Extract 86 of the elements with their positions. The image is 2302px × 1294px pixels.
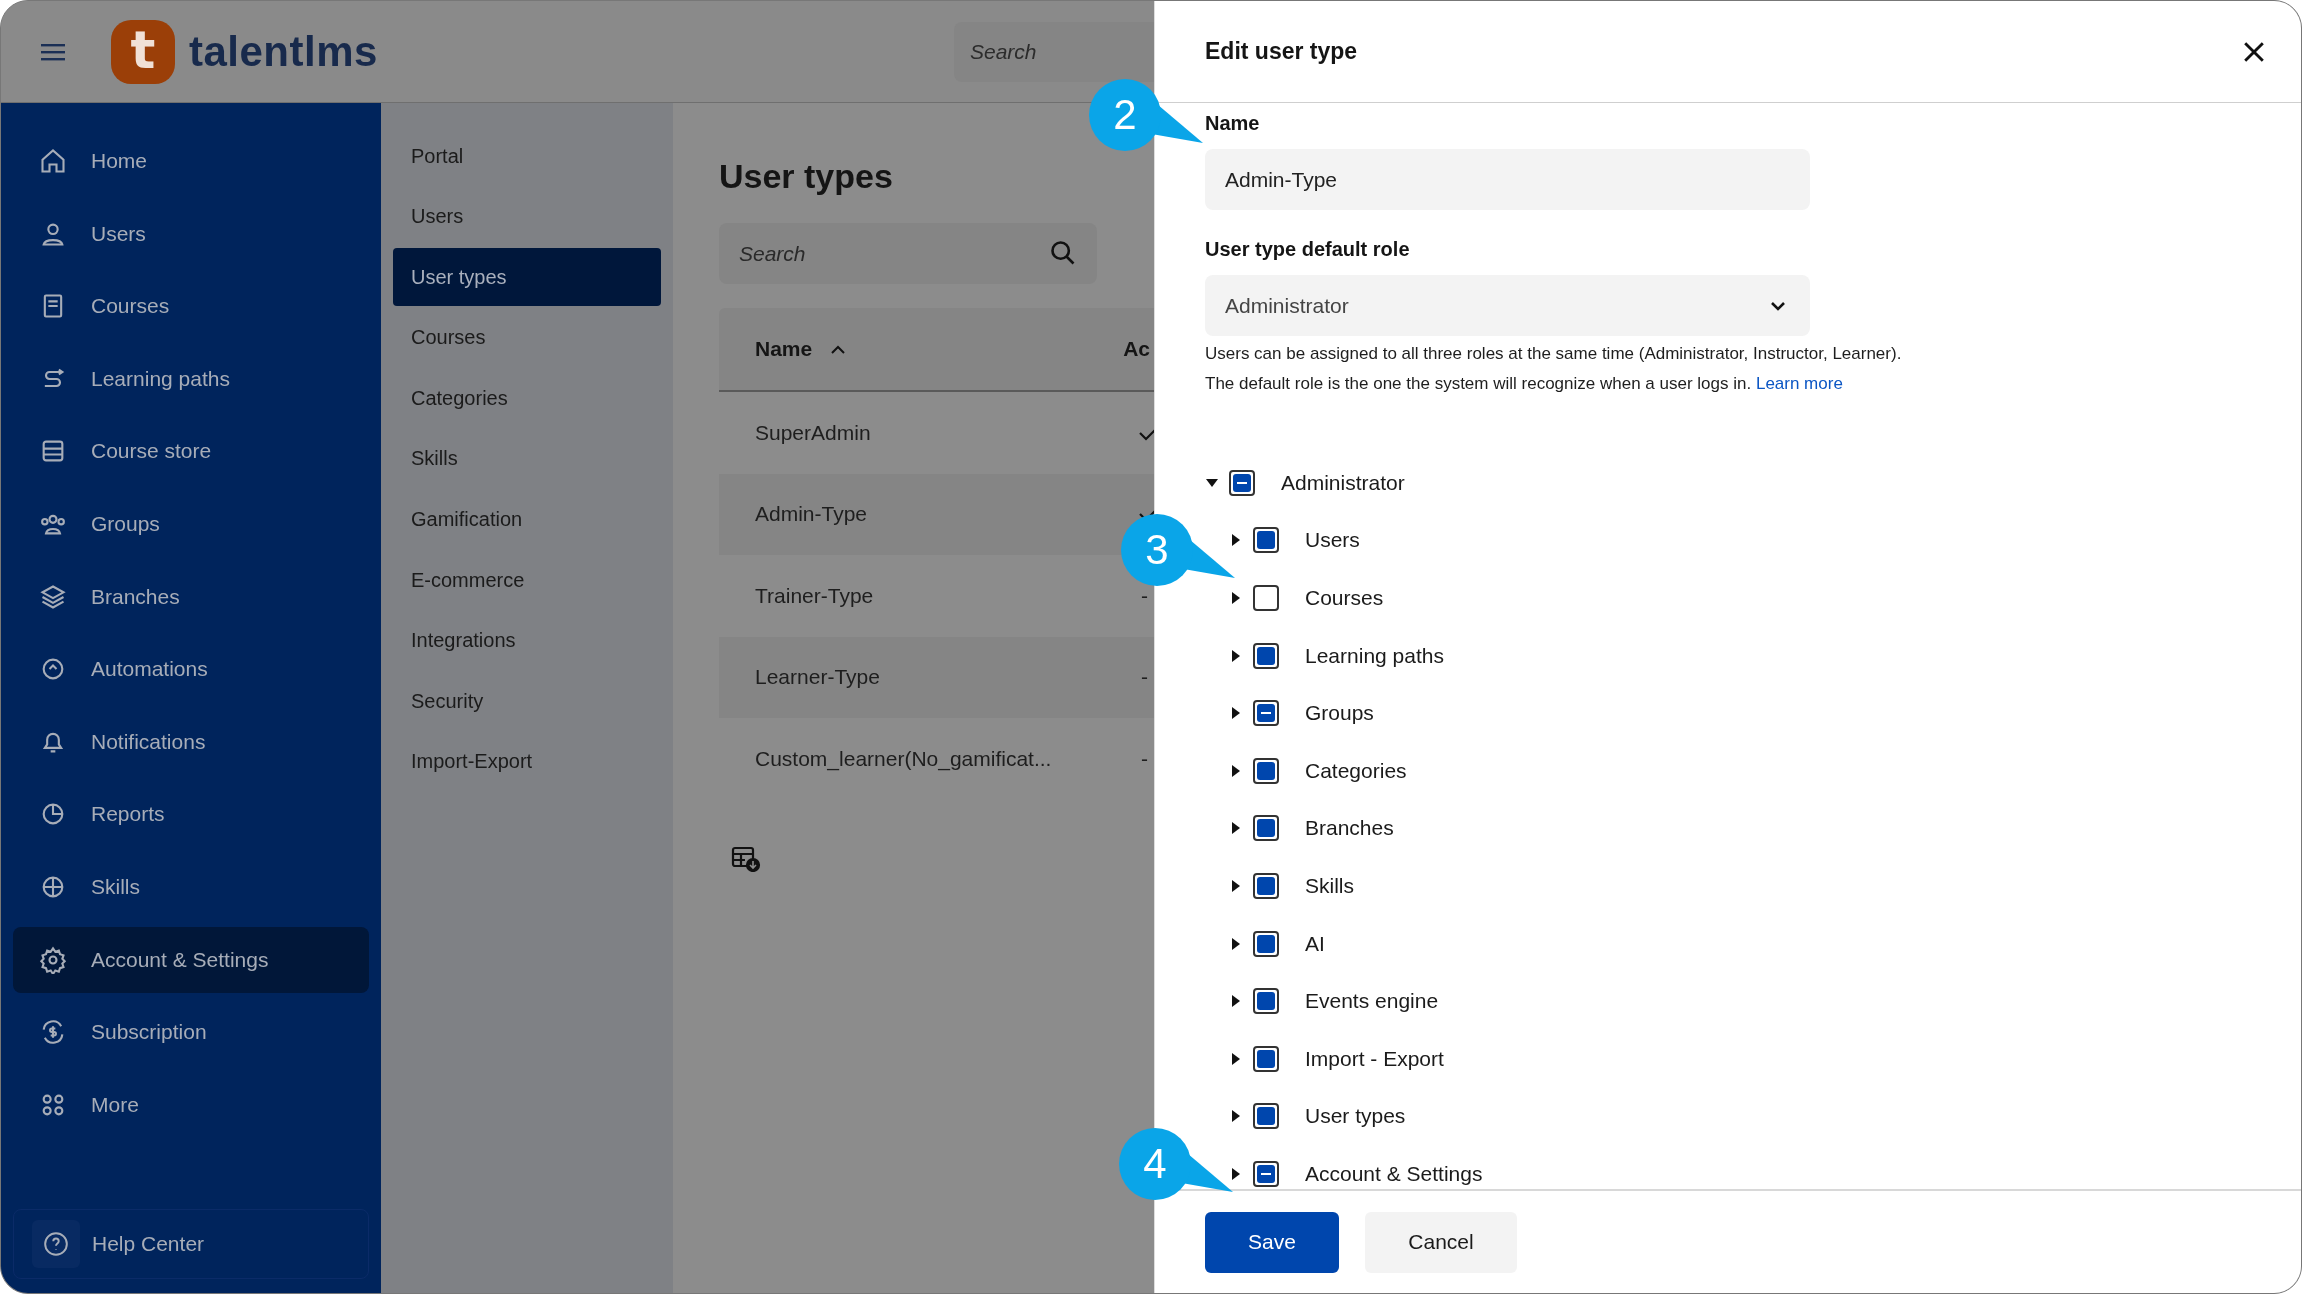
role-select[interactable]: Administrator: [1205, 275, 1810, 336]
permission-label: Categories: [1305, 758, 1407, 783]
checkbox[interactable]: [1253, 1160, 1279, 1187]
sidebar-item[interactable]: Course store: [13, 418, 369, 485]
permission-label: User types: [1305, 1104, 1406, 1129]
settings-nav-item[interactable]: Categories: [393, 369, 661, 428]
search-field[interactable]: Search: [719, 223, 1097, 284]
permission-label: Groups: [1305, 701, 1374, 726]
menu-icon[interactable]: [41, 42, 65, 61]
settings-nav-item[interactable]: Security: [393, 672, 661, 731]
page-title: User types: [719, 159, 894, 193]
checkbox[interactable]: [1253, 988, 1279, 1015]
help-center-link[interactable]: Help Center: [13, 1209, 369, 1279]
sidebar-item[interactable]: Skills: [13, 853, 369, 920]
close-icon[interactable]: [2243, 40, 2265, 63]
permission-label: Account & Settings: [1305, 1161, 1483, 1186]
permission-label: Administrator: [1281, 470, 1405, 495]
sidebar-item[interactable]: Learning paths: [13, 345, 369, 412]
settings-nav-item[interactable]: Integrations: [393, 611, 661, 670]
cancel-button[interactable]: Cancel: [1365, 1211, 1517, 1273]
table-cell: Trainer-Type: [755, 583, 874, 608]
column-header[interactable]: Name: [755, 337, 813, 361]
sidebar-item[interactable]: Home: [13, 128, 369, 194]
sidebar-item[interactable]: Automations: [13, 636, 369, 703]
checkbox[interactable]: [1253, 1103, 1279, 1130]
settings-nav-item[interactable]: E-commerce: [393, 551, 661, 610]
sidebar-item[interactable]: Account & Settings: [13, 926, 369, 993]
checkbox[interactable]: [1253, 757, 1279, 784]
nav-icon: [39, 147, 67, 175]
permission-label: Users: [1305, 528, 1360, 553]
permission-label: Learning paths: [1305, 643, 1444, 668]
table-cell: -: [1141, 583, 1148, 608]
sidebar-item[interactable]: Branches: [13, 563, 369, 630]
table-cell: Learner-Type: [755, 665, 880, 690]
chevron-down-icon: [1770, 300, 1786, 311]
help-text: Users can be assigned to all three roles at the same time (Administrator, Instructor, Learner).: [1205, 344, 1903, 364]
settings-nav-item[interactable]: User types: [393, 248, 661, 307]
logo-mark: t: [111, 19, 175, 84]
logo-text: talentlms: [189, 27, 378, 76]
help-icon: [43, 1231, 69, 1257]
sidebar-item[interactable]: Reports: [13, 781, 369, 848]
settings-nav-item[interactable]: Gamification: [393, 490, 661, 549]
column-header[interactable]: Ac: [1123, 337, 1150, 361]
help-text: The default role is the one the system will recognize when a user logs in.: [1205, 374, 1752, 393]
save-button[interactable]: Save: [1205, 1211, 1339, 1273]
checkbox[interactable]: [1229, 469, 1255, 496]
search-icon[interactable]: [1049, 239, 1077, 267]
checkbox[interactable]: [1253, 642, 1279, 669]
checkbox[interactable]: [1253, 700, 1279, 727]
sidebar-item[interactable]: Groups: [13, 490, 369, 557]
settings-nav-item[interactable]: Import-Export: [393, 732, 661, 791]
permission-label: Import - Export: [1305, 1046, 1444, 1071]
field-label: User type default role: [1205, 238, 1411, 261]
table-export-icon[interactable]: [731, 845, 761, 872]
permission-label: Events engine: [1305, 989, 1439, 1014]
panel-title: Edit user type: [1205, 38, 1358, 65]
sort-icon[interactable]: [830, 344, 847, 354]
permission-label: Courses: [1305, 586, 1384, 610]
sidebar-item[interactable]: More: [13, 1071, 369, 1138]
table-cell: -: [1141, 665, 1148, 690]
settings-nav-item[interactable]: Skills: [393, 429, 661, 488]
learn-more-link[interactable]: Learn more: [1755, 374, 1843, 393]
sidebar-item[interactable]: Users: [13, 200, 369, 267]
checkbox[interactable]: [1253, 585, 1279, 611]
name-field[interactable]: Admin-Type: [1205, 149, 1810, 210]
nav-icon: [39, 945, 67, 974]
permission-label: Skills: [1305, 873, 1354, 898]
checkbox[interactable]: [1253, 1045, 1279, 1072]
settings-nav-item[interactable]: Portal: [393, 127, 661, 185]
settings-nav-item[interactable]: Users: [393, 187, 661, 246]
table-cell: Admin-Type: [755, 502, 868, 527]
sidebar-item[interactable]: Subscription: [13, 999, 369, 1066]
checkbox[interactable]: [1253, 815, 1279, 842]
checkbox[interactable]: [1253, 872, 1279, 899]
sidebar-item[interactable]: Notifications: [13, 708, 369, 775]
checkbox[interactable]: [1253, 930, 1279, 957]
field-label: Name: [1205, 112, 1261, 135]
table-cell: SuperAdmin: [755, 420, 871, 445]
permission-label: Branches: [1305, 816, 1394, 841]
permission-label: AI: [1305, 931, 1325, 956]
checkbox[interactable]: [1253, 527, 1279, 554]
table-cell: Custom_learner(No_gamificat...: [755, 746, 1052, 771]
settings-nav-item[interactable]: Courses: [393, 308, 661, 367]
sidebar-item[interactable]: Courses: [13, 273, 369, 340]
table-cell: -: [1141, 746, 1148, 771]
search-field[interactable]: Search: [954, 21, 1154, 82]
